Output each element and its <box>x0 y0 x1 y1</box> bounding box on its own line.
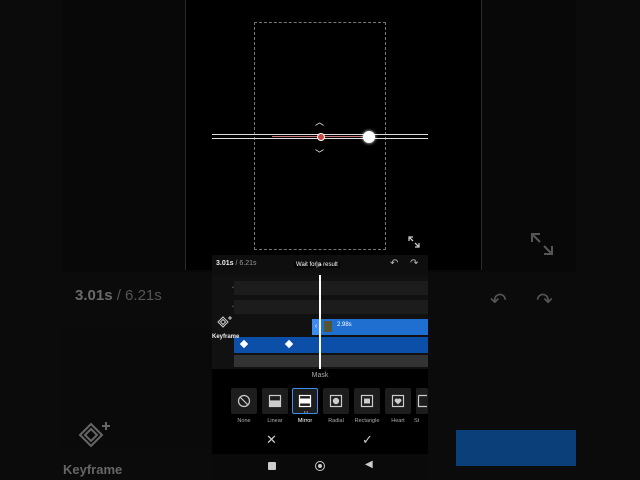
radial-mask-icon <box>329 394 343 408</box>
total-duration: / 6.21s <box>235 260 257 267</box>
background-blue-track <box>456 430 576 466</box>
background-time: 3.01s / 6.21s <box>75 287 162 304</box>
mask-option-label: St <box>414 418 420 424</box>
mask-option-label: Linear <box>267 418 283 424</box>
mask-option-heart[interactable] <box>385 388 411 414</box>
phone-screen: ︿ ﹀ 3.01s / 6.21s ▶ Wait for a result ↶ … <box>212 0 428 480</box>
current-time: 3.01s <box>216 260 234 267</box>
timeline-lane[interactable] <box>234 281 428 295</box>
linear-mask-icon <box>268 394 282 408</box>
background-undo-icon: ↶ <box>490 290 507 312</box>
fullscreen-expand-icon[interactable] <box>408 236 420 248</box>
mask-option-none[interactable] <box>231 388 257 414</box>
background-keyframe-label: Keyframe <box>63 462 123 477</box>
keyframe-lane[interactable] <box>234 337 428 353</box>
keyframe-label[interactable]: Keyframe <box>212 334 239 340</box>
star-mask-icon <box>417 394 427 408</box>
mirror-mask-icon <box>298 394 312 408</box>
background-expand-icon <box>531 233 553 255</box>
mask-option-rectangle[interactable] <box>354 388 380 414</box>
clip-thumbnail <box>324 321 332 332</box>
rectangle-mask-icon <box>360 394 374 408</box>
timeline-lane[interactable] <box>234 300 428 314</box>
mask-option-radial[interactable] <box>323 388 349 414</box>
keyframe-add-icon[interactable] <box>217 315 233 331</box>
mask-option-label: Mirror <box>297 418 313 424</box>
mask-option-label: Heart <box>391 418 405 424</box>
time-readout: 3.01s / 6.21s <box>216 260 257 267</box>
selected-indicator: • • <box>304 409 308 414</box>
mask-option-label: Rectangle <box>354 418 380 424</box>
mask-expand-down-icon[interactable]: ﹀ <box>315 147 324 160</box>
background-duration: / 6.21s <box>116 287 162 304</box>
heart-mask-icon <box>391 394 405 408</box>
close-icon[interactable]: ✕ <box>266 432 277 448</box>
background-redo-icon: ↷ <box>536 290 553 312</box>
wait-message: Wait for a result <box>294 262 340 268</box>
playhead[interactable] <box>319 275 321 369</box>
mask-option-star[interactable] <box>416 388 428 414</box>
undo-icon[interactable]: ↶ <box>390 258 398 269</box>
none-icon <box>237 394 251 408</box>
mask-option-linear[interactable] <box>262 388 288 414</box>
mask-panel-title: Mask <box>311 372 329 379</box>
check-icon[interactable]: ✓ <box>362 432 373 448</box>
home-icon-dot <box>318 464 322 468</box>
redo-icon[interactable]: ↷ <box>410 258 418 269</box>
video-filmstrip[interactable] <box>234 355 428 367</box>
background-current-time: 3.01s <box>75 287 113 304</box>
mask-center-point[interactable] <box>317 133 325 141</box>
back-icon[interactable]: ◀ <box>365 459 373 470</box>
mask-option-label: Radial <box>328 418 344 424</box>
recents-icon[interactable] <box>268 462 276 470</box>
mask-option-label: None <box>237 418 251 424</box>
clip-duration: 2.98s <box>337 322 352 328</box>
mask-expand-up-icon[interactable]: ︿ <box>315 115 324 128</box>
mask-rotate-handle[interactable] <box>363 131 375 143</box>
background-keyframe-icon <box>78 422 110 448</box>
